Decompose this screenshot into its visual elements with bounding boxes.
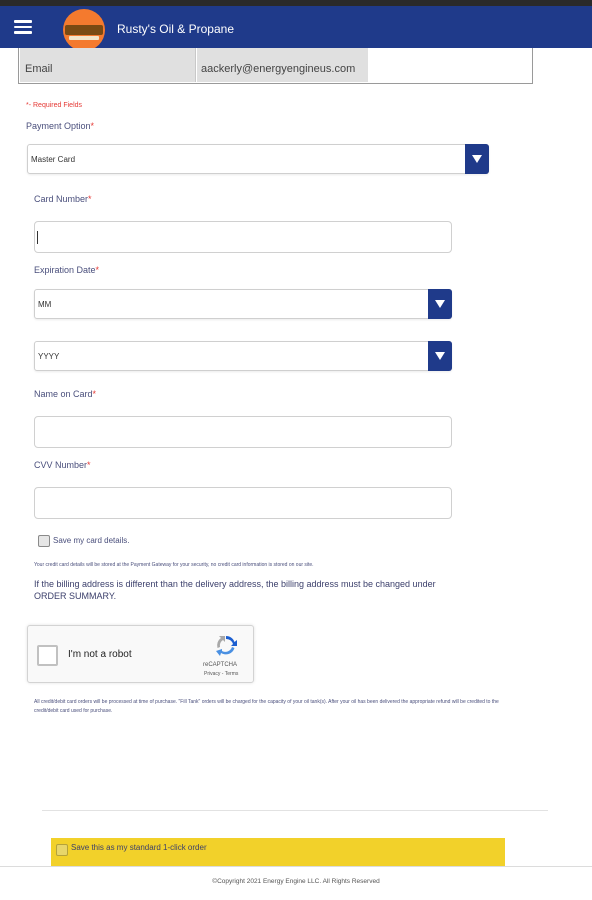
processing-note: All credit/debit card orders will be pro… (34, 699, 499, 714)
app-title: Rusty's Oil & Propane (117, 22, 235, 36)
hamburger-menu-icon[interactable] (14, 19, 32, 35)
footer-divider (0, 866, 592, 867)
rustys-logo[interactable] (63, 9, 105, 51)
one-click-order-label[interactable]: Save this as my standard 1-click order (71, 843, 207, 852)
chevron-down-icon[interactable] (428, 341, 452, 371)
email-label-cell: Email (20, 48, 196, 82)
payment-option-select[interactable]: Master Card (27, 144, 489, 174)
text-caret (37, 231, 38, 244)
copyright-text: ©Copyright 2021 Energy Engine LLC. All R… (212, 878, 380, 885)
email-value: aackerly@energyengineus.com (201, 63, 356, 75)
recaptcha-links[interactable]: Privacy - Terms (204, 671, 238, 677)
recaptcha-checkbox[interactable] (37, 645, 58, 666)
card-number-label: Card Number* (34, 194, 92, 204)
recaptcha-label: I'm not a robot (68, 649, 132, 660)
recaptcha-brand: reCAPTCHA (203, 662, 238, 668)
save-card-label[interactable]: Save my card details. (53, 536, 129, 545)
cvv-number-label: CVV Number* (34, 460, 91, 470)
recaptcha-icon (216, 636, 237, 656)
email-value-cell: aackerly@energyengineus.com (197, 48, 368, 82)
expiration-date-label: Expiration Date* (34, 265, 100, 275)
account-email-row: Email aackerly@energyengineus.com (18, 48, 533, 84)
expiration-month-value: MM (38, 300, 52, 309)
chevron-down-icon[interactable] (465, 144, 489, 174)
one-click-order-bar: Save this as my standard 1-click order (51, 838, 505, 866)
one-click-order-checkbox[interactable] (56, 844, 68, 856)
save-card-checkbox[interactable] (38, 535, 50, 547)
chevron-down-icon[interactable] (428, 289, 452, 319)
payment-option-value: Master Card (31, 155, 76, 164)
card-number-input[interactable] (34, 221, 452, 253)
name-on-card-label: Name on Card* (34, 389, 97, 399)
expiration-year-value: YYYY (38, 352, 60, 361)
divider (42, 810, 548, 811)
expiration-month-select[interactable]: MM (34, 289, 452, 319)
security-note: Your credit card details will be stored … (34, 562, 314, 568)
recaptcha-widget: I'm not a robot reCAPTCHA Privacy - Term… (27, 625, 254, 683)
cvv-number-input[interactable] (34, 487, 452, 519)
name-on-card-input[interactable] (34, 416, 452, 448)
billing-address-note: If the billing address is different than… (34, 579, 436, 601)
expiration-year-select[interactable]: YYYY (34, 341, 452, 371)
payment-option-label: Payment Option* (26, 121, 95, 131)
email-label: Email (25, 63, 53, 75)
required-fields-note: *- Required Fields (26, 102, 83, 109)
app-bar: Rusty's Oil & Propane (0, 6, 592, 51)
